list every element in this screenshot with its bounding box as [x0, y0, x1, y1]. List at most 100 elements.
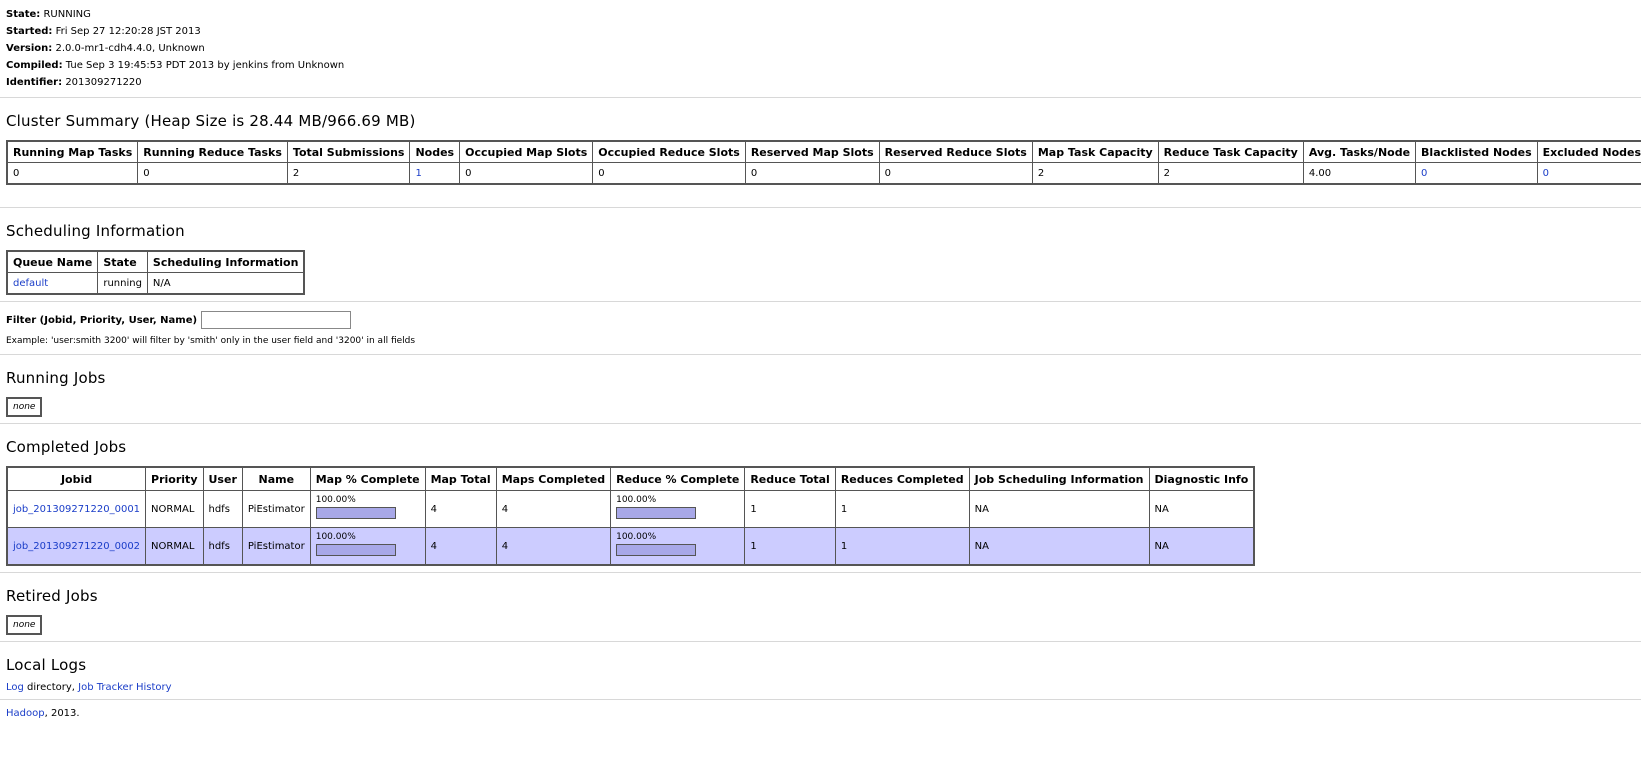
divider	[0, 97, 1641, 98]
scheduling-header: State	[97, 250, 148, 273]
cluster-summary-title: Cluster Summary (Heap Size is 28.44 MB/9…	[6, 112, 416, 130]
progress-cell: 100.00%	[610, 527, 746, 566]
filter-example: Example: 'user:smith 3200' will filter b…	[6, 336, 416, 346]
running-jobs-none: none	[6, 397, 43, 417]
reduce-total-cell: 1	[744, 527, 836, 566]
job-link[interactable]: job_201309271220_0001	[13, 504, 140, 515]
running-jobs-title: Running Jobs	[6, 369, 106, 387]
jobs-header: Reduce % Complete	[610, 466, 746, 491]
progress-bar-fill	[316, 545, 395, 555]
tracker-info: State: RUNNING Started: Fri Sep 27 12:20…	[6, 6, 1635, 91]
maps-completed-cell: 4	[495, 490, 612, 528]
summary-cell: 0	[1415, 162, 1538, 185]
progress-cell: 100.00%	[309, 490, 426, 528]
divider	[0, 207, 1641, 208]
started-line: Started: Fri Sep 27 12:20:28 JST 2013	[6, 26, 201, 37]
summary-header: Reserved Reduce Slots	[878, 140, 1033, 163]
state-value: RUNNING	[43, 9, 91, 20]
summary-header: Map Task Capacity	[1031, 140, 1159, 163]
filter-row: Filter (Jobid, Priority, User, Name)	[6, 308, 1635, 332]
jobs-header: Jobid	[6, 466, 147, 491]
divider	[0, 699, 1641, 700]
divider	[0, 572, 1641, 573]
started-value: Fri Sep 27 12:20:28 JST 2013	[55, 26, 201, 37]
summary-count-link[interactable]: 0	[1421, 168, 1427, 179]
local-logs-title: Local Logs	[6, 656, 87, 674]
reduce-total-cell: 1	[744, 490, 836, 528]
summary-header: Nodes	[409, 140, 461, 163]
completed-jobs-table: Jobid Priority User Name Map % Complete Map T…	[6, 466, 1256, 566]
divider	[0, 423, 1641, 424]
hadoop-link[interactable]: Hadoop	[6, 708, 45, 719]
jobid-cell: job_201309271220_0001	[6, 490, 147, 528]
sched-info-cell: NA	[968, 490, 1150, 528]
scheduling-cell: running	[97, 272, 148, 295]
compiled-line: Compiled: Tue Sep 3 19:45:53 PDT 2013 by…	[6, 60, 345, 71]
scheduling-cell: N/A	[146, 272, 305, 295]
user-cell: hdfs	[202, 527, 243, 566]
summary-cell: 0	[744, 162, 880, 185]
summary-cell: 0	[1536, 162, 1641, 185]
identifier-value: 201309271220	[65, 77, 142, 88]
user-cell: hdfs	[202, 490, 243, 528]
retired-jobs-none: none	[6, 615, 43, 635]
sched-info-cell: NA	[968, 527, 1150, 566]
progress-percent: 100.00%	[315, 532, 356, 542]
scheduling-header: Queue Name	[6, 250, 99, 273]
summary-cell: 0	[459, 162, 594, 185]
summary-cell: 1	[409, 162, 461, 185]
divider	[0, 301, 1641, 302]
scheduling-info-table: Queue Name State Scheduling Information de…	[6, 250, 306, 295]
jobs-header: Map Total	[424, 466, 497, 491]
completed-jobs-title: Completed Jobs	[6, 438, 127, 456]
jobs-header: Priority	[145, 466, 204, 491]
filter-input[interactable]	[201, 311, 352, 329]
progress-bar-fill	[316, 508, 395, 518]
summary-header: Occupied Reduce Slots	[592, 140, 746, 163]
jobs-header: Reduce Total	[744, 466, 836, 491]
table-row: job_201309271220_0001 NORMAL hdfs PiEstimat…	[6, 490, 1255, 528]
jobs-header: User	[202, 466, 243, 491]
progress-bar	[616, 507, 697, 519]
name-cell: PiEstimator	[241, 527, 311, 566]
cluster-summary-table: Running Map Tasks Running Reduce Tasks Tot…	[6, 140, 1641, 185]
state-line: State: RUNNING	[6, 9, 91, 20]
jobtracker-page: State: RUNNING Started: Fri Sep 27 12:20…	[0, 0, 1641, 719]
diag-info-cell: NA	[1148, 527, 1255, 566]
summary-cell: 2	[1157, 162, 1304, 185]
name-cell: PiEstimator	[241, 490, 311, 528]
summary-cell: 4.00	[1302, 162, 1417, 185]
divider	[0, 641, 1641, 642]
job-link[interactable]: job_201309271220_0002	[13, 541, 140, 552]
reduces-completed-cell: 1	[834, 490, 970, 528]
summary-cell: 0	[6, 162, 139, 185]
progress-cell: 100.00%	[610, 490, 746, 528]
log-directory-link[interactable]: Log	[6, 682, 24, 693]
jobs-header: Reduces Completed	[834, 466, 970, 491]
progress-percent: 100.00%	[616, 532, 657, 542]
summary-header: Reduce Task Capacity	[1157, 140, 1304, 163]
table-row: default running N/A	[6, 272, 305, 295]
compiled-value: Tue Sep 3 19:45:53 PDT 2013 by jenkins f…	[65, 60, 345, 71]
version-value: 2.0.0-mr1-cdh4.4.0, Unknown	[55, 43, 205, 54]
progress-bar-fill	[617, 508, 696, 518]
summary-header: Excluded Nodes	[1536, 140, 1641, 163]
progress-bar-fill	[617, 545, 696, 555]
jobs-header: Maps Completed	[495, 466, 612, 491]
summary-header: Running Map Tasks	[6, 140, 139, 163]
footer: Hadoop, 2013.	[6, 708, 80, 719]
progress-cell: 100.00%	[309, 527, 426, 566]
job-tracker-history-link[interactable]: Job Tracker History	[78, 682, 171, 693]
priority-cell: NORMAL	[145, 490, 204, 528]
queue-link[interactable]: default	[13, 278, 48, 289]
jobs-header: Job Scheduling Information	[968, 466, 1150, 491]
summary-count-link[interactable]: 0	[1543, 168, 1549, 179]
summary-count-link[interactable]: 1	[415, 168, 421, 179]
table-row: job_201309271220_0002 NORMAL hdfs PiEstimat…	[6, 527, 1255, 566]
local-logs-links: Log directory, Job Tracker History	[6, 682, 172, 693]
scheduling-info-title: Scheduling Information	[6, 222, 185, 240]
progress-bar	[315, 544, 396, 556]
maps-completed-cell: 4	[495, 527, 612, 566]
summary-header: Running Reduce Tasks	[137, 140, 288, 163]
summary-cell: 0	[592, 162, 746, 185]
